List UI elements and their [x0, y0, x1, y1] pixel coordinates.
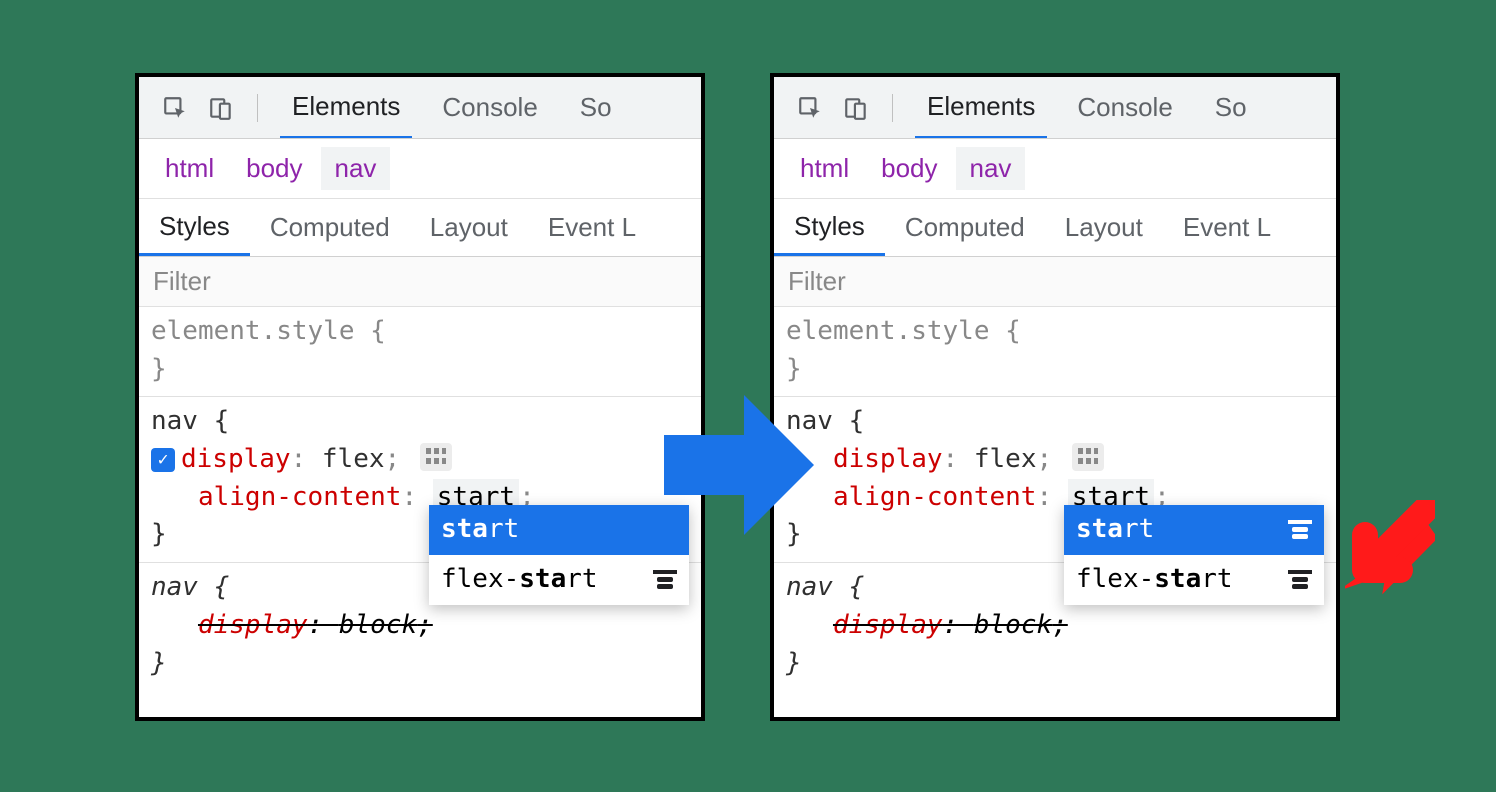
- subtab-layout[interactable]: Layout: [1045, 199, 1163, 257]
- tab-elements[interactable]: Elements: [915, 77, 1047, 139]
- element-style-open: element.style {: [151, 313, 689, 351]
- element-style-open: element.style {: [786, 313, 1324, 351]
- breadcrumb: html body nav: [139, 139, 701, 199]
- crumb-html[interactable]: html: [151, 147, 228, 190]
- ua-declaration-display: display: block;: [786, 607, 1324, 645]
- crumb-html[interactable]: html: [786, 147, 863, 190]
- inspect-element-icon[interactable]: [796, 94, 824, 122]
- styles-subtabs: Styles Computed Layout Event L: [139, 199, 701, 257]
- val-display[interactable]: flex: [974, 444, 1037, 474]
- declaration-display[interactable]: ✓display: flex;: [151, 441, 689, 479]
- styles-filter-input[interactable]: Filter: [139, 257, 701, 307]
- breadcrumb: html body nav: [774, 139, 1336, 199]
- devtools-panel-after: Elements Console So html body nav Styles…: [770, 73, 1340, 721]
- inspect-element-icon[interactable]: [161, 94, 189, 122]
- ua-declaration-display: display: block;: [151, 607, 689, 645]
- flex-editor-icon[interactable]: [420, 443, 452, 471]
- prop-display[interactable]: display: [833, 444, 943, 474]
- rule-element-style[interactable]: element.style { }: [139, 307, 701, 397]
- devtools-toolbar: Elements Console So: [774, 77, 1336, 139]
- styles-filter-input[interactable]: Filter: [774, 257, 1336, 307]
- subtab-layout[interactable]: Layout: [410, 199, 528, 257]
- tab-console[interactable]: Console: [430, 77, 549, 139]
- autocomplete-option-start[interactable]: start: [1064, 505, 1324, 555]
- declaration-display[interactable]: display: flex;: [786, 441, 1324, 479]
- autocomplete-option-start[interactable]: start: [429, 505, 689, 555]
- devtools-toolbar: Elements Console So: [139, 77, 701, 139]
- crumb-nav[interactable]: nav: [321, 147, 391, 190]
- property-checkbox-icon[interactable]: ✓: [151, 448, 175, 472]
- element-style-close: }: [151, 351, 689, 389]
- styles-pane: element.style { } nav { display: flex; a…: [774, 307, 1336, 690]
- rule-nav[interactable]: nav { ✓display: flex; align-content: sta…: [139, 397, 701, 563]
- device-toggle-icon[interactable]: [207, 94, 235, 122]
- subtab-event-listeners-partial[interactable]: Event L: [1163, 199, 1291, 257]
- tab-sources-partial[interactable]: So: [1203, 77, 1259, 139]
- subtab-styles[interactable]: Styles: [774, 199, 885, 257]
- val-display[interactable]: flex: [322, 444, 385, 474]
- crumb-nav[interactable]: nav: [956, 147, 1026, 190]
- toolbar-divider: [257, 94, 258, 122]
- prop-align-content[interactable]: align-content: [198, 482, 402, 512]
- subtab-styles[interactable]: Styles: [139, 199, 250, 257]
- nav-selector-open: nav {: [786, 403, 1324, 441]
- styles-subtabs: Styles Computed Layout Event L: [774, 199, 1336, 257]
- toolbar-divider: [892, 94, 893, 122]
- subtab-event-listeners-partial[interactable]: Event L: [528, 199, 656, 257]
- highlight-arrow-icon: [1345, 500, 1435, 600]
- align-start-icon: [1288, 520, 1312, 540]
- crumb-body[interactable]: body: [232, 147, 316, 190]
- prop-display[interactable]: display: [181, 444, 291, 474]
- nav-selector-open: nav {: [151, 403, 689, 441]
- subtab-computed[interactable]: Computed: [250, 199, 410, 257]
- align-start-icon: [1288, 570, 1312, 590]
- ua-nav-selector-close: }: [151, 645, 689, 683]
- autocomplete-dropdown: start flex-start: [429, 505, 689, 604]
- ua-nav-selector-close: }: [786, 645, 1324, 683]
- device-toggle-icon[interactable]: [842, 94, 870, 122]
- autocomplete-option-flex-start[interactable]: flex-start: [1064, 555, 1324, 605]
- autocomplete-option-flex-start[interactable]: flex-start: [429, 555, 689, 605]
- prop-align-content[interactable]: align-content: [833, 482, 1037, 512]
- styles-pane: element.style { } nav { ✓display: flex; …: [139, 307, 701, 690]
- rule-element-style[interactable]: element.style { }: [774, 307, 1336, 397]
- element-style-close: }: [786, 351, 1324, 389]
- tab-sources-partial[interactable]: So: [568, 77, 624, 139]
- tab-elements[interactable]: Elements: [280, 77, 412, 139]
- autocomplete-dropdown: start flex-start: [1064, 505, 1324, 604]
- rule-nav[interactable]: nav { display: flex; align-content: star…: [774, 397, 1336, 563]
- flex-editor-icon[interactable]: [1072, 443, 1104, 471]
- devtools-panel-before: Elements Console So html body nav Styles…: [135, 73, 705, 721]
- crumb-body[interactable]: body: [867, 147, 951, 190]
- align-start-icon: [653, 570, 677, 590]
- subtab-computed[interactable]: Computed: [885, 199, 1045, 257]
- tab-console[interactable]: Console: [1065, 77, 1184, 139]
